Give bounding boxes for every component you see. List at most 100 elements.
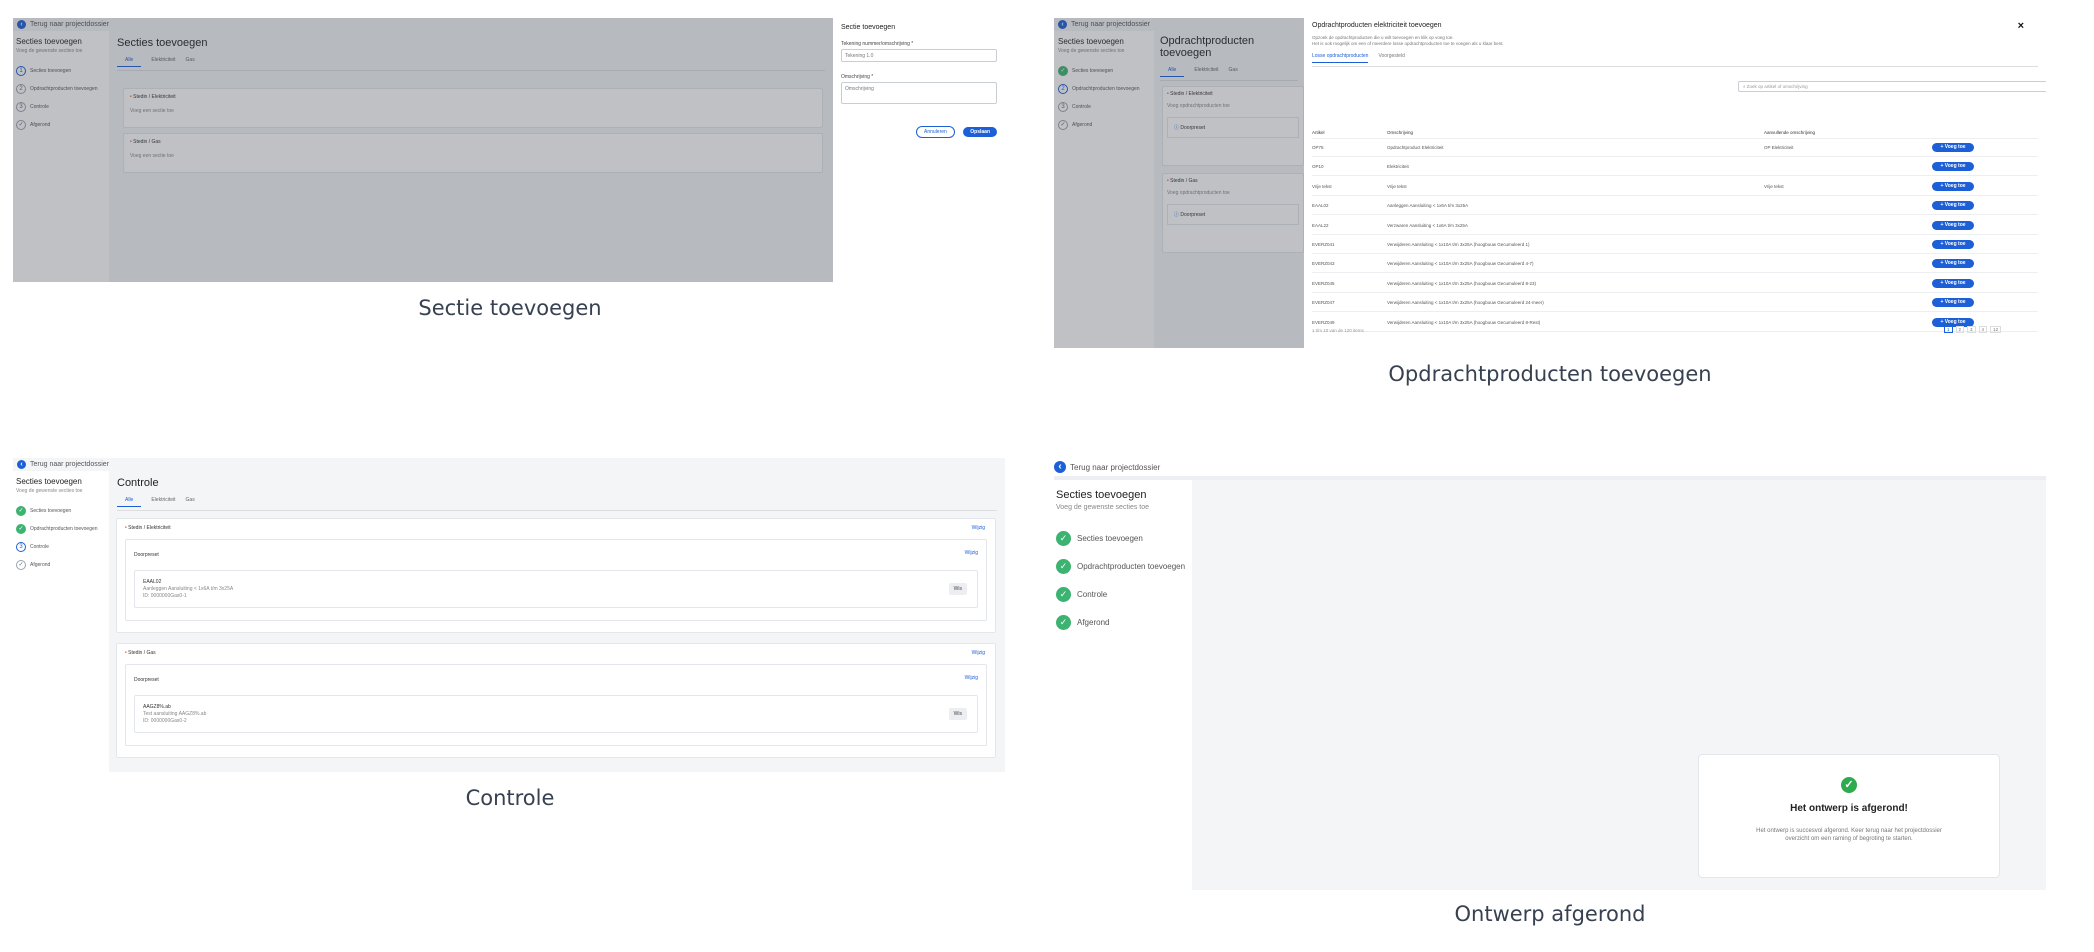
completion-text: Het ontwerp is succesvol afgerond. Keer … [1756, 828, 1942, 834]
back-link[interactable]: ‹ Terug naar projectdossier [13, 458, 1005, 471]
section-card-gas: • Stedin / Gas Wijzig Doorpreset Wijzig … [116, 643, 996, 758]
add-product-button[interactable]: + Voeg toe [1932, 220, 1974, 230]
tab-alle[interactable]: Alle [117, 497, 142, 507]
save-button[interactable]: Opslaan [963, 127, 997, 137]
edit-section-link[interactable]: Wijzig [972, 650, 985, 656]
table-cell: OP Elektriciteit [1764, 145, 1794, 150]
table-divider [1312, 138, 2038, 139]
edit-section-link[interactable]: Wijzig [972, 525, 985, 531]
plus-icon: + [1940, 144, 1944, 150]
sidebar: Secties toevoegen Voeg de gewenste secti… [13, 471, 109, 772]
tab-losse-producten[interactable]: Losse opdrachtproducten [1312, 53, 1369, 63]
plus-icon: + [1940, 202, 1944, 209]
completion-title: Het ontwerp is afgerond! [1790, 803, 1908, 814]
edit-fasing-link[interactable]: Wijzig [965, 675, 978, 681]
add-product-button[interactable]: + Voeg toe [1932, 143, 1974, 152]
completion-text: overzicht om een raming of begroting te … [1785, 836, 1913, 842]
table-cell: Verwijderen Aansluiting < 1x10A t/m 3x25… [1387, 300, 1544, 306]
caption-sectie-toevoegen: Sectie toevoegen [418, 296, 602, 320]
remove-button[interactable]: Wis [948, 583, 967, 595]
search-input[interactable]: ⌕ Zoek op artikel of omschrijving [1738, 81, 2046, 92]
check-icon: ✓ [16, 524, 26, 534]
step-controle[interactable]: ✓ Controle [1056, 587, 1190, 602]
edit-fasing-link[interactable]: Wijzig [965, 550, 978, 556]
add-product-button[interactable]: + Voeg toe [1932, 298, 1974, 308]
pagination: 1 2 3 4 12 [1944, 326, 2002, 333]
page-button[interactable]: 3 [1967, 326, 1976, 333]
table-cell: EVERZ041 [1312, 242, 1335, 247]
pagination-summary: 1 t/m 10 van de 120 items [1312, 328, 1364, 333]
check-icon: ✓ [1056, 531, 1071, 546]
page-button[interactable]: 12 [1990, 326, 2002, 333]
description-textarea[interactable]: Omschrijving [841, 82, 997, 104]
screenshot-controle: ‹ Terug naar projectdossier Secties toevo… [13, 458, 1005, 772]
completion-card: ✓ Het ontwerp is afgerond! Het ontwerp i… [1698, 754, 2000, 878]
step-opdrachtproducten[interactable]: ✓ Opdrachtproducten toevoegen [16, 524, 106, 534]
page-button[interactable]: 4 [1978, 326, 1988, 333]
table-divider [1312, 233, 2038, 235]
table-divider [1312, 311, 2038, 313]
fasing-card: Doorpreset Wijzig AAGZ8%.ab Test aanslui… [125, 664, 987, 746]
table-cell: OP10 [1312, 164, 1324, 170]
step-secties[interactable]: ✓ Secties toevoegen [1056, 531, 1190, 546]
table-divider [1312, 175, 2038, 177]
drawing-number-input[interactable]: Tekening 1.0 [841, 49, 997, 62]
page-overlay [1054, 18, 1304, 348]
add-product-button[interactable]: + Voeg toe [1932, 162, 1974, 172]
add-product-button[interactable]: + Voeg toe [1932, 201, 1974, 211]
step-controle[interactable]: 3 Controle [16, 542, 106, 552]
table-cell: EAAL22 [1312, 222, 1329, 228]
sidebar: Secties toevoegen Voeg de gewenste secti… [1054, 476, 1192, 890]
page-button[interactable]: 1 [1944, 326, 1953, 333]
column-header[interactable]: Omschrijving [1387, 130, 1413, 135]
success-check-icon: ✓ [1841, 777, 1857, 793]
tab-gas[interactable]: Gas [186, 497, 195, 507]
page-overlay [13, 18, 833, 282]
sidebar-subtitle: Voeg de gewenste secties toe [1056, 504, 1150, 511]
step-afgerond[interactable]: ✓ Afgerond [16, 560, 106, 570]
fasing-card: Doorpreset Wijzig EAAL02 Aanleggen Aansl… [125, 539, 987, 621]
screenshot-ontwerp-afgerond: ‹ Terug naar projectdossier Secties toevo… [1054, 458, 2046, 890]
table-divider [1312, 291, 2038, 293]
check-icon: ✓ [16, 560, 26, 570]
step-secties[interactable]: ✓ Secties toevoegen [16, 506, 106, 516]
page-button[interactable]: 2 [1955, 326, 1965, 333]
column-header[interactable]: Aanvullende omschrijving [1764, 130, 1815, 135]
add-product-button[interactable]: + Voeg toe [1932, 278, 1974, 288]
step-opdrachtproducten[interactable]: ✓ Opdrachtproducten toevoegen [1056, 559, 1190, 574]
cancel-button[interactable]: Annuleren [916, 126, 955, 138]
section-tabs: Alle Elektriciteit Gas [117, 497, 997, 511]
search-icon: ⌕ [1743, 84, 1746, 89]
close-icon[interactable]: × [2018, 20, 2024, 32]
product-table: Artikel Omschrijving Aanvullende omschrijv… [1312, 112, 2038, 332]
plus-icon: + [1940, 163, 1944, 170]
panel-title: Sectie toevoegen [841, 24, 896, 31]
add-product-button[interactable]: + Voeg toe [1932, 181, 1974, 191]
plus-icon: + [1940, 279, 1944, 286]
plus-icon: + [1940, 260, 1944, 267]
table-cell: Vrije tekst [1764, 183, 1784, 189]
table-divider [1312, 156, 2038, 157]
check-icon: ✓ [16, 506, 26, 516]
plus-icon: + [1940, 182, 1944, 189]
caption-ontwerp-afgerond: Ontwerp afgerond [1454, 902, 1646, 926]
section-card-elektriciteit: • Stedin / Elektriciteit Wijzig Doorpres… [116, 518, 996, 633]
table-cell: Verwijderen Aansluiting < 1x10A t/m 3x25… [1387, 280, 1536, 286]
sidebar-title: Secties toevoegen [16, 477, 82, 486]
step-afgerond[interactable]: ✓ Afgerond [1056, 615, 1190, 630]
table-cell: Vrije tekst [1387, 183, 1407, 189]
check-icon: ✓ [1056, 615, 1071, 630]
add-product-button[interactable]: + Voeg toe [1932, 240, 1974, 249]
table-cell: Verwijderen Aansluiting < 1x10A t/m 3x25… [1387, 242, 1530, 247]
add-product-button[interactable]: + Voeg toe [1932, 259, 1974, 269]
table-cell: Verwijderen Aansluiting < 1x10A t/m 3x25… [1387, 319, 1541, 325]
remove-button[interactable]: Wis [948, 708, 967, 720]
table-cell: Verzwaren Aansluiting < 1x6A t/m 3x25A [1387, 222, 1468, 228]
table-cell: Elektriciteit [1387, 164, 1409, 170]
column-header[interactable]: Artikel [1312, 130, 1325, 135]
table-divider [1312, 253, 2038, 254]
back-link[interactable]: ‹ Terug naar projectdossier [1054, 458, 2046, 476]
sidebar-title: Secties toevoegen [1056, 489, 1147, 501]
tab-elektriciteit[interactable]: Elektriciteit [151, 497, 175, 507]
tab-voorgesteld[interactable]: Voorgesteld [1378, 53, 1404, 63]
